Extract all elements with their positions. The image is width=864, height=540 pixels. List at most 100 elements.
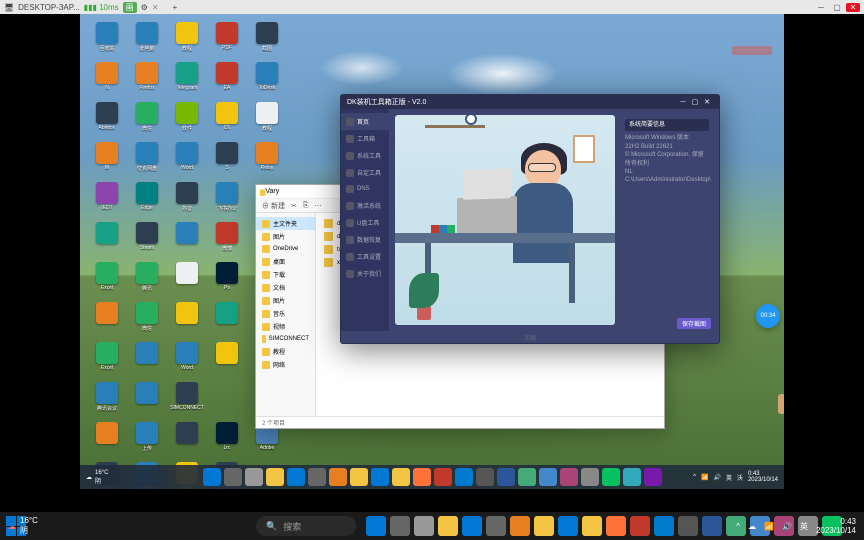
host-taskbar-icon[interactable] bbox=[486, 516, 506, 536]
taskbar-icon-edge[interactable] bbox=[287, 468, 305, 486]
taskbar-icon-chrome[interactable] bbox=[350, 468, 368, 486]
desktop-icon[interactable] bbox=[88, 302, 126, 340]
desktop-icon[interactable] bbox=[168, 222, 206, 260]
desktop-icon[interactable]: Edge bbox=[128, 182, 166, 220]
desktop-icon[interactable] bbox=[208, 342, 246, 380]
taskbar-icon-firefox[interactable] bbox=[413, 468, 431, 486]
taskbar-icon-settings[interactable] bbox=[476, 468, 494, 486]
side-tab-handle[interactable] bbox=[778, 394, 784, 414]
sidebar-item[interactable]: 主文件夹 bbox=[256, 217, 315, 230]
desktop-icon[interactable]: Word bbox=[168, 342, 206, 380]
host-taskbar-icon[interactable] bbox=[654, 516, 674, 536]
nav-item[interactable]: 关于我们 bbox=[341, 265, 389, 282]
host-taskbar-icon[interactable] bbox=[702, 516, 722, 536]
desktop-icon[interactable] bbox=[168, 302, 206, 340]
desktop-icon[interactable]: Relay bbox=[248, 142, 286, 180]
desktop-icon[interactable]: Telegram bbox=[168, 62, 206, 100]
new-button[interactable]: ⊕ 新建 bbox=[262, 201, 285, 211]
search-box[interactable]: 🔍 搜索 bbox=[256, 516, 356, 536]
taskbar-icon-vscode[interactable] bbox=[455, 468, 473, 486]
sidebar-item[interactable]: 网络 bbox=[256, 358, 315, 371]
host-taskbar-icon[interactable] bbox=[582, 516, 602, 536]
clock[interactable]: 0:432023/10/14 bbox=[816, 517, 856, 535]
sidebar-item[interactable]: SIMCONNECT bbox=[256, 333, 315, 345]
host-taskbar-icon[interactable] bbox=[366, 516, 386, 536]
taskbar-icon-store[interactable] bbox=[308, 468, 326, 486]
host-taskbar-icon[interactable] bbox=[414, 516, 434, 536]
desktop-icon[interactable] bbox=[208, 382, 246, 420]
sidebar-item[interactable]: 音乐 bbox=[256, 307, 315, 320]
desktop-icon[interactable]: 腾讯会议 bbox=[88, 382, 126, 420]
system-tray[interactable]: ^ 📶 🔊 英 沃 0:432023/10/14 bbox=[693, 471, 778, 483]
desktop-icon[interactable]: 腾讯 bbox=[128, 262, 166, 300]
desktop-icon[interactable]: EA bbox=[208, 62, 246, 100]
desktop-icon[interactable]: 回收站 bbox=[88, 22, 126, 60]
taskbar-icon-app3[interactable] bbox=[560, 468, 578, 486]
host-taskbar-icon[interactable] bbox=[438, 516, 458, 536]
sidebar-item[interactable]: 教程 bbox=[256, 345, 315, 358]
host-taskbar-icon[interactable] bbox=[510, 516, 530, 536]
desktop-icon[interactable]: Ableton bbox=[88, 102, 126, 140]
settings-icon[interactable]: ⚙ bbox=[141, 3, 148, 12]
desktop-icon[interactable]: 教程 bbox=[168, 22, 206, 60]
cut-button[interactable]: ✂ bbox=[291, 202, 297, 210]
desktop-icon[interactable]: 上传 bbox=[128, 422, 166, 460]
desktop-icon[interactable] bbox=[208, 302, 246, 340]
recording-timer[interactable]: 00:34 bbox=[756, 304, 780, 328]
taskbar-icon-edge2[interactable] bbox=[371, 468, 389, 486]
ime-indicator[interactable]: 英 bbox=[726, 473, 732, 482]
desktop-icon[interactable]: N bbox=[88, 62, 126, 100]
desktop-icon[interactable] bbox=[88, 222, 126, 260]
desktop-icon[interactable]: IEDT bbox=[88, 182, 126, 220]
onedrive-icon[interactable]: ☁ bbox=[748, 522, 756, 531]
sidebar-item[interactable]: 图片 bbox=[256, 294, 315, 307]
copy-button[interactable]: ⎘ bbox=[303, 202, 309, 210]
desktop-icon[interactable]: PDF bbox=[208, 22, 246, 60]
more-icon[interactable]: ⋯ bbox=[314, 202, 321, 210]
taskbar-icon-folder[interactable] bbox=[392, 468, 410, 486]
toolbox-window[interactable]: DK装机工具箱正版 - V2.0 ─ ▢ ✕ 首页工具箱系统工具自定工具DNS激… bbox=[340, 94, 720, 344]
desktop-icon[interactable] bbox=[168, 262, 206, 300]
desktop-icon[interactable]: Word bbox=[168, 142, 206, 180]
nav-item[interactable]: 系统工具 bbox=[341, 147, 389, 164]
desktop-icon[interactable]: C6 bbox=[208, 102, 246, 140]
host-tray[interactable]: ^ ☁ 📶 🔊 英 0:432023/10/14 bbox=[736, 517, 856, 535]
nav-item[interactable]: 工具箱 bbox=[341, 130, 389, 147]
maximize-button[interactable]: ▢ bbox=[689, 98, 701, 106]
nav-item[interactable]: DNS bbox=[341, 181, 389, 197]
taskbar-icon-app2[interactable] bbox=[539, 468, 557, 486]
desktop-icon[interactable]: 微信 bbox=[128, 302, 166, 340]
nav-item[interactable]: 数据恢复 bbox=[341, 231, 389, 248]
host-taskbar-icon[interactable] bbox=[462, 516, 482, 536]
sidebar-item[interactable]: 文档 bbox=[256, 281, 315, 294]
quality-badge[interactable]: 画 bbox=[123, 2, 137, 13]
taskbar-icon-plate[interactable] bbox=[329, 468, 347, 486]
sidebar-item[interactable]: 桌面 bbox=[256, 255, 315, 268]
nav-item[interactable]: 首页 bbox=[341, 113, 389, 130]
chevron-up-icon[interactable]: ^ bbox=[693, 474, 696, 480]
wifi-icon[interactable]: 📶 bbox=[701, 474, 708, 481]
sidebar-item[interactable]: 下载 bbox=[256, 268, 315, 281]
minimize-button[interactable]: ─ bbox=[814, 3, 828, 12]
weather-widget[interactable]: ☁ 16°C阴 bbox=[86, 470, 108, 485]
taskbar-icon-start[interactable] bbox=[203, 468, 221, 486]
close-button[interactable]: ✕ bbox=[846, 3, 860, 12]
clock[interactable]: 0:432023/10/14 bbox=[748, 471, 778, 483]
wifi-icon[interactable]: 📶 bbox=[764, 522, 774, 531]
desktop-icon[interactable]: SIMCONNECT bbox=[168, 382, 206, 420]
minimize-button[interactable]: ─ bbox=[677, 99, 689, 106]
taskbar-icon-widgets[interactable] bbox=[245, 468, 263, 486]
host-taskbar-icon[interactable] bbox=[678, 516, 698, 536]
close-x-icon[interactable]: ✕ bbox=[152, 3, 159, 12]
desktop-icon[interactable]: 软件 bbox=[168, 102, 206, 140]
volume-icon[interactable]: 🔊 bbox=[713, 474, 720, 481]
host-taskbar-icon[interactable] bbox=[606, 516, 626, 536]
taskbar-icon-explorer[interactable] bbox=[266, 468, 284, 486]
sidebar-item[interactable]: 图片 bbox=[256, 230, 315, 243]
host-taskbar-icon[interactable] bbox=[390, 516, 410, 536]
taskbar-icon-qq[interactable] bbox=[623, 468, 641, 486]
desktop-icon[interactable]: Ps bbox=[208, 262, 246, 300]
save-screenshot-button[interactable]: 保存截图 bbox=[677, 318, 711, 329]
volume-icon[interactable]: 🔊 bbox=[782, 522, 792, 531]
nav-item[interactable]: 激活系统 bbox=[341, 197, 389, 214]
